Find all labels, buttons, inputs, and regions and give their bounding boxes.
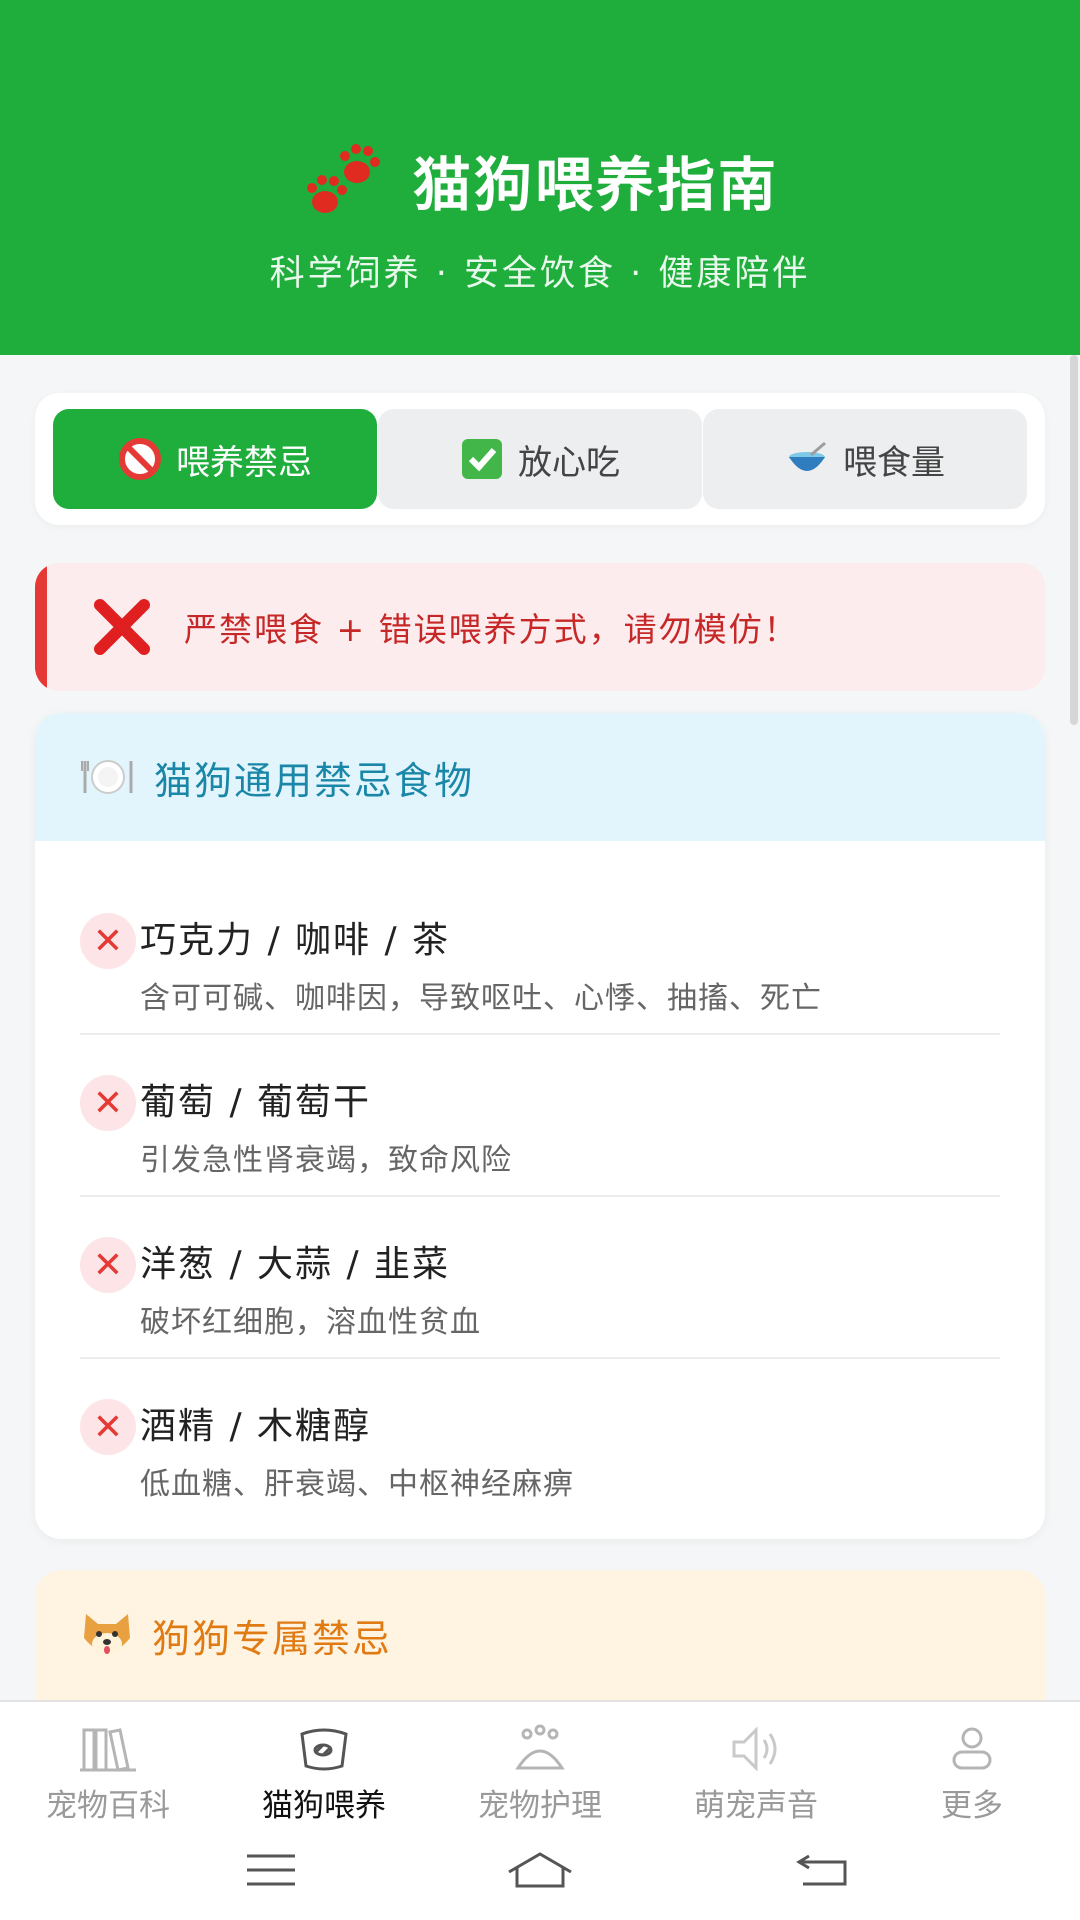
back-icon[interactable] [795,1850,851,1890]
list-item: ✕ 洋葱 / 大蒜 / 韭菜 破坏红细胞，溶血性贫血 [80,1195,1000,1357]
cross-mark-icon: ✕ [80,1237,136,1293]
cross-mark-icon: ✕ [80,1075,136,1131]
tab-safe-food[interactable]: 放心吃 [378,409,702,509]
check-mark-icon [462,439,502,479]
nav-item-more[interactable]: 更多 [864,1702,1080,1824]
cross-mark-icon: ✕ [80,913,136,969]
tab-bar: 喂养禁忌 放心吃 喂食量 [35,393,1045,525]
nav-label: 更多 [941,1788,1003,1824]
tab-label: 放心吃 [518,442,620,483]
nav-label: 宠物百科 [46,1788,170,1824]
tab-label: 喂养禁忌 [176,442,312,483]
warning-bar [35,563,47,691]
prohibited-icon [119,438,161,480]
list-item: ✕ 巧克力 / 咖啡 / 茶 含可可碱、咖啡因，导致呕吐、心悸、抽搐、死亡 [80,873,1000,1033]
dog-face-icon [84,1614,130,1655]
general-taboo-card: 猫狗通用禁忌食物 ✕ 巧克力 / 咖啡 / 茶 含可可碱、咖啡因，导致呕吐、心悸… [35,713,1045,1539]
paw-icon [306,144,380,213]
food-desc: 引发急性肾衰竭，致命风险 [140,1143,512,1178]
food-desc: 低血糖、肝衰竭、中枢神经麻痹 [140,1467,574,1502]
cross-icon [94,599,150,655]
system-nav-bar [0,1820,1080,1920]
page-subtitle: 科学饲养 · 安全饮食 · 健康陪伴 [269,254,811,294]
nav-label: 宠物护理 [478,1788,602,1824]
nav-item-feeding[interactable]: 猫狗喂养 [216,1702,432,1824]
app-header: 猫狗喂养指南 科学饲养 · 安全饮食 · 健康陪伴 [0,0,1080,355]
food-name: 洋葱 / 大蒜 / 韭菜 [140,1244,451,1285]
nav-item-pet-care[interactable]: 宠物护理 [432,1702,648,1824]
page-title: 猫狗喂养指南 [412,151,779,219]
nav-label: 萌宠声音 [694,1788,818,1824]
food-bowl-icon [300,1728,348,1771]
warning-banner: 严禁喂食 + 错误喂养方式，请勿模仿！ [35,563,1045,691]
title-row: 猫狗喂养指南 [0,138,1080,222]
cross-mark-icon: ✕ [80,1399,136,1455]
plate-cutlery-icon [81,760,133,794]
menu-icon[interactable] [245,1850,297,1890]
paw-care-icon [515,1724,565,1770]
taboo-list: ✕ 巧克力 / 咖啡 / 茶 含可可碱、咖啡因，导致呕吐、心悸、抽搐、死亡 ✕ … [80,873,1000,1519]
nav-item-pet-sounds[interactable]: 萌宠声音 [648,1702,864,1824]
bowl-icon [789,441,826,471]
list-item: ✕ 酒精 / 木糖醇 低血糖、肝衰竭、中枢神经麻痹 [80,1357,1000,1519]
scrollbar[interactable] [1070,355,1078,725]
food-name: 葡萄 / 葡萄干 [140,1082,372,1123]
list-item: ✕ 葡萄 / 葡萄干 引发急性肾衰竭，致命风险 [80,1033,1000,1195]
tab-feeding-taboo[interactable]: 喂养禁忌 [53,409,377,509]
food-name: 酒精 / 木糖醇 [140,1406,372,1447]
nav-label: 猫狗喂养 [262,1788,386,1824]
user-icon [952,1727,992,1770]
section-title: 猫狗通用禁忌食物 [154,758,475,803]
dog-taboo-card: 狗狗专属禁忌 [35,1570,1045,1700]
tab-label: 喂食量 [843,442,945,483]
warning-text: 严禁喂食 + 错误喂养方式，请勿模仿！ [184,610,799,649]
food-desc: 含可可碱、咖啡因，导致呕吐、心悸、抽搐、死亡 [140,981,822,1016]
section-title: 狗狗专属禁忌 [152,1616,393,1661]
food-name: 巧克力 / 咖啡 / 茶 [140,920,451,961]
home-icon[interactable] [505,1850,575,1890]
section-header: 猫狗通用禁忌食物 [35,713,1045,841]
books-icon [80,1728,136,1772]
speaker-icon [732,1726,777,1772]
nav-item-pet-wiki[interactable]: 宠物百科 [0,1702,216,1824]
tab-feeding-amount[interactable]: 喂食量 [703,409,1027,509]
bottom-nav: 宠物百科 猫狗喂养 宠物护理 萌宠声音 更多 [0,1700,1080,1824]
food-desc: 破坏红细胞，溶血性贫血 [140,1305,481,1340]
